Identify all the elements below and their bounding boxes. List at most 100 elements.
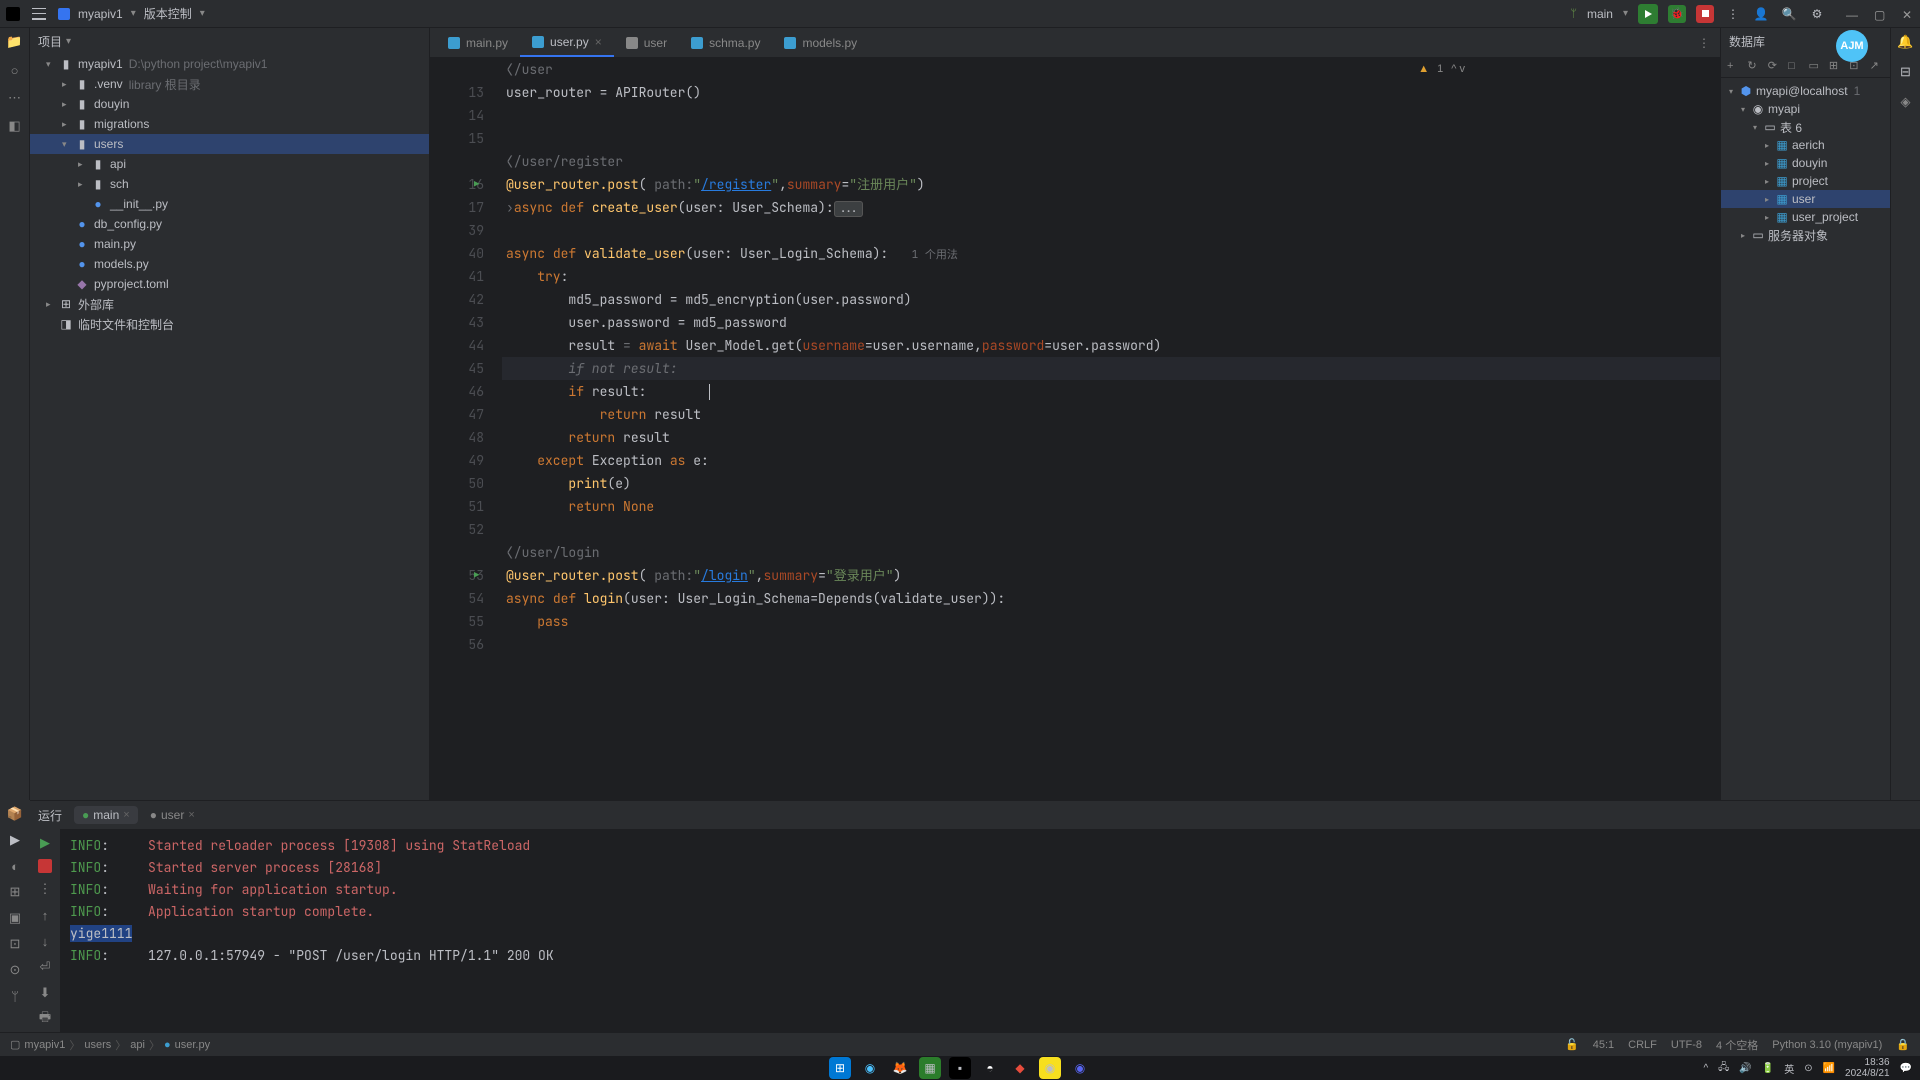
app-icon[interactable]: ◓	[979, 1057, 1001, 1079]
db-connection[interactable]: ▾⬢myapi@localhost1	[1721, 82, 1890, 100]
vcs-menu[interactable]: 版本控制	[144, 5, 192, 22]
system-tray[interactable]: ^ 🖧 🔊 🔋 英 ⊙ 📶 18:362024/8/21 💬	[1703, 1057, 1912, 1079]
tab-user[interactable]: user	[614, 28, 679, 57]
tab-schma[interactable]: schma.py	[679, 28, 772, 57]
more-icon[interactable]: ⋮	[35, 879, 55, 899]
chevron-down-icon[interactable]: ▾	[66, 36, 71, 47]
avatar[interactable]: AJM	[1836, 30, 1868, 62]
tree-item[interactable]: ●db_config.py	[30, 214, 429, 234]
db-table[interactable]: ▸▦aerich	[1721, 136, 1890, 154]
project-tool-icon[interactable]: 📁	[5, 32, 25, 52]
volume-icon[interactable]: 🔊	[1739, 1063, 1751, 1074]
battery-icon[interactable]: 🔋	[1762, 1063, 1774, 1074]
vcs-icon[interactable]: ⊙	[5, 960, 25, 980]
app-icon[interactable]: ▦	[919, 1057, 941, 1079]
indent-info[interactable]: 4 个空格	[1716, 1037, 1758, 1053]
project-tree[interactable]: ▾▮myapiv1D:\python project\myapiv1 ▸▮.ve…	[30, 54, 429, 800]
rerun-icon[interactable]: ▶	[35, 833, 55, 853]
db-tables-folder[interactable]: ▾▭表 6	[1721, 118, 1890, 136]
notifications-icon[interactable]: 🔔	[1896, 32, 1916, 52]
db-toolbar-icon[interactable]: □	[1788, 60, 1802, 72]
more-tabs-icon[interactable]: ⋮	[1698, 36, 1710, 50]
db-table[interactable]: ▸▦project	[1721, 172, 1890, 190]
tree-item[interactable]: ●main.py	[30, 234, 429, 254]
database-tree[interactable]: ▾⬢myapi@localhost1 ▾◉myapi ▾▭表 6 ▸▦aeric…	[1721, 78, 1890, 800]
more-icon[interactable]: ⊙	[1804, 1063, 1812, 1074]
readonly-icon[interactable]: 🔒	[1896, 1038, 1910, 1051]
branch-name[interactable]: main	[1587, 7, 1613, 21]
tree-item[interactable]: ▸⊞外部库	[30, 294, 429, 314]
console-output[interactable]: INFO: Started reloader process [19308] u…	[60, 829, 1920, 1032]
db-table[interactable]: ▸▦douyin	[1721, 154, 1890, 172]
python-console-icon[interactable]: ◐	[5, 856, 25, 876]
tree-item[interactable]: ▸▮douyin	[30, 94, 429, 114]
db-toolbar-icon[interactable]: ⟳	[1768, 59, 1782, 72]
bookmark-tool-icon[interactable]: ◧	[5, 116, 25, 136]
tab-user-py[interactable]: user.py×	[520, 28, 614, 57]
db-table[interactable]: ▸▦user	[1721, 190, 1890, 208]
search-icon[interactable]: 🔍	[1780, 5, 1798, 23]
debug-button[interactable]: 🐞	[1668, 5, 1686, 23]
tree-item[interactable]: ▸▮.venvlibrary 根目录	[30, 74, 429, 94]
db-schema[interactable]: ▾◉myapi	[1721, 100, 1890, 118]
database-tool-icon[interactable]: ⊟	[1896, 62, 1916, 82]
up-icon[interactable]: ↑	[35, 905, 55, 925]
tree-item[interactable]: ◨临时文件和控制台	[30, 314, 429, 334]
close-icon[interactable]: ✕	[1902, 8, 1914, 20]
edge-icon[interactable]: ◉	[859, 1057, 881, 1079]
caret-position[interactable]: 45:1	[1593, 1039, 1614, 1051]
input-icon[interactable]: 英	[1784, 1061, 1794, 1076]
tree-item[interactable]: ▸▮migrations	[30, 114, 429, 134]
app-icon[interactable]: ◉	[1069, 1057, 1091, 1079]
close-icon[interactable]: ×	[123, 809, 129, 821]
services-icon[interactable]: ⊞	[5, 882, 25, 902]
soft-wrap-icon[interactable]: ⏎	[35, 957, 55, 977]
file-encoding[interactable]: UTF-8	[1671, 1039, 1702, 1051]
tree-item[interactable]: ◆pyproject.toml	[30, 274, 429, 294]
print-icon[interactable]: 🖶	[35, 1009, 55, 1029]
db-toolbar-icon[interactable]: ▭	[1809, 59, 1823, 72]
pycharm-icon[interactable]: ▪	[949, 1057, 971, 1079]
code-editor[interactable]: ⟨/useruser_router = APIRouter()⟨/user/re…	[502, 58, 1720, 800]
tray-chevron-icon[interactable]: ^	[1703, 1063, 1708, 1074]
notification-icon[interactable]: 💬	[1900, 1063, 1912, 1074]
app-icon[interactable]: ◉	[1039, 1057, 1061, 1079]
tree-item[interactable]: ●models.py	[30, 254, 429, 274]
git-icon[interactable]: ᛘ	[5, 986, 25, 1006]
db-server-objects[interactable]: ▸▭服务器对象	[1721, 226, 1890, 244]
firefox-icon[interactable]: 🦊	[889, 1057, 911, 1079]
clock[interactable]: 18:362024/8/21	[1845, 1057, 1890, 1079]
run-button[interactable]	[1638, 4, 1658, 24]
app-icon[interactable]	[6, 7, 20, 21]
down-icon[interactable]: ↓	[35, 931, 55, 951]
python-packages-icon[interactable]: 📦	[5, 804, 25, 824]
minimize-icon[interactable]: —	[1846, 8, 1858, 20]
code-with-me-icon[interactable]: 👤	[1752, 5, 1770, 23]
gutter[interactable]: 13141516▶1739404142434445464748495051525…	[430, 58, 502, 800]
structure-tool-icon[interactable]: ⋯	[5, 88, 25, 108]
line-separator[interactable]: CRLF	[1628, 1039, 1657, 1051]
start-button[interactable]: ⊞	[829, 1057, 851, 1079]
tree-item[interactable]: ●__init__.py	[30, 194, 429, 214]
close-icon[interactable]: ×	[188, 809, 194, 821]
main-menu-button[interactable]	[28, 5, 50, 23]
project-name[interactable]: myapiv1	[78, 7, 123, 21]
lock-icon[interactable]: 🔓	[1565, 1038, 1579, 1051]
run-tool-icon[interactable]: ▶	[5, 830, 25, 850]
stop-icon[interactable]	[38, 859, 52, 873]
maximize-icon[interactable]: ▢	[1874, 8, 1886, 20]
tab-models[interactable]: models.py	[772, 28, 869, 57]
tree-item[interactable]: ▸▮api	[30, 154, 429, 174]
db-toolbar-icon[interactable]: ↗	[1870, 59, 1884, 72]
db-table[interactable]: ▸▦user_project	[1721, 208, 1890, 226]
terminal-icon[interactable]: ▣	[5, 908, 25, 928]
tree-item[interactable]: ▾▮users	[30, 134, 429, 154]
run-tab-user[interactable]: ●user×	[142, 806, 203, 824]
wifi-icon[interactable]: 📶	[1823, 1063, 1835, 1074]
interpreter[interactable]: Python 3.10 (myapiv1)	[1772, 1039, 1882, 1051]
app-icon[interactable]: ◆	[1009, 1057, 1031, 1079]
scroll-icon[interactable]: ⬇	[35, 983, 55, 1003]
close-icon[interactable]: ×	[595, 35, 602, 49]
problems-icon[interactable]: ⊡	[5, 934, 25, 954]
tree-item[interactable]: ▸▮sch	[30, 174, 429, 194]
